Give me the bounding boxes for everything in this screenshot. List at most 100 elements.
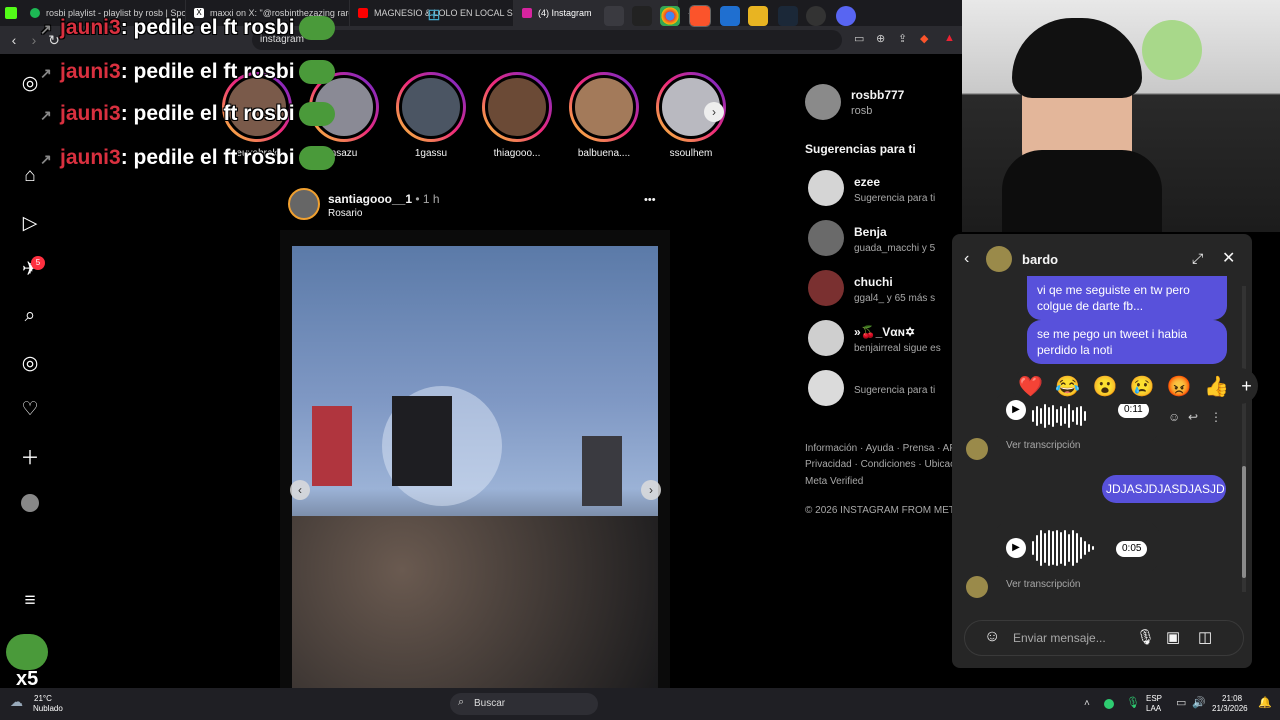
notifications-icon[interactable]: 🔔 (1258, 696, 1272, 709)
expand-icon[interactable]: ⤢ (1192, 250, 1203, 267)
rewards-icon[interactable]: ▲ (944, 32, 955, 44)
post-username[interactable]: santiagooo__1 (328, 192, 412, 206)
store-icon[interactable] (720, 6, 740, 26)
message-bubble[interactable]: JDJASJDJASDJASJD (1102, 475, 1226, 503)
sad-reaction[interactable]: 😢 (1130, 374, 1155, 399)
microphone-icon[interactable]: 🎙 (1136, 628, 1155, 646)
story-item[interactable]: 1gassu (394, 72, 468, 159)
footer-links[interactable]: Privacidad · Condiciones · Ubicació (805, 459, 963, 470)
obs-icon[interactable] (806, 6, 826, 26)
stream-chat-line: ↗ jauni3: pedile el ft rosbi (40, 102, 335, 127)
add-reaction-icon[interactable]: + (1241, 376, 1252, 397)
dm-avatar[interactable] (986, 246, 1012, 272)
share-icon[interactable]: ⇪ (898, 32, 907, 45)
image-icon[interactable]: ▣ (1166, 628, 1180, 646)
weather-icon[interactable]: ☁ (10, 694, 23, 710)
create-icon[interactable]: ＋ (19, 445, 41, 469)
tray-expand-icon[interactable]: ˄ (1084, 698, 1090, 709)
view-transcript-link[interactable]: Ver transcripción (1006, 579, 1080, 590)
screen-icon[interactable]: ▭ (854, 32, 864, 45)
angry-reaction[interactable]: 😡 (1167, 374, 1192, 399)
heart-reaction[interactable]: ❤️ (1018, 374, 1043, 399)
language-indicator[interactable]: ESP (1146, 694, 1162, 704)
zoom-icon[interactable]: ⊕ (876, 32, 885, 45)
address-bar[interactable]: instagram (252, 30, 842, 50)
task-view-icon[interactable] (604, 6, 624, 26)
windows-start-icon[interactable]: ⊞ (424, 6, 444, 26)
home-icon[interactable]: ⌂ (19, 165, 41, 187)
play-icon[interactable]: ▶ (1006, 400, 1026, 420)
close-icon[interactable]: ✕ (1222, 248, 1235, 268)
tray-mic-icon[interactable]: 🎙 (1126, 696, 1140, 709)
back-arrow-icon[interactable]: ‹ (964, 250, 969, 268)
brave-shield-icon[interactable]: ◆ (920, 32, 928, 45)
chrome-icon[interactable] (660, 6, 680, 26)
suggestion-avatar[interactable] (808, 370, 844, 406)
laugh-reaction[interactable]: 😂 (1055, 374, 1080, 399)
taskbar-search[interactable]: ⌕ Buscar (450, 693, 598, 715)
search-icon[interactable]: ⌕ (19, 305, 41, 327)
brave-icon[interactable] (689, 5, 711, 27)
voice-duration: 0:05 (1116, 541, 1148, 557)
back-icon[interactable]: ‹ (4, 32, 24, 48)
webcam-overlay (962, 0, 1280, 232)
story-item[interactable]: thiagooo... (480, 72, 554, 159)
language-indicator-sub: LAA (1146, 704, 1162, 713)
my-username[interactable]: rosbb777 (851, 88, 904, 102)
kick-icon[interactable] (0, 0, 22, 26)
footer-links[interactable]: Meta Verified (805, 476, 863, 487)
suggestions-title: Sugerencias para ti (805, 142, 916, 156)
notification-badge: 5 (31, 256, 45, 270)
suggestion-avatar[interactable] (808, 270, 844, 306)
sticker-icon[interactable]: ◫ (1198, 628, 1212, 646)
stream-chat-line: ↗ jauni3: pedile el ft rosbi (40, 60, 335, 85)
carousel-next-icon[interactable]: › (641, 480, 661, 500)
heart-icon[interactable]: ♡ (19, 398, 41, 420)
volume-icon[interactable]: 🔊 (1192, 696, 1206, 709)
network-icon[interactable]: ▭ (1176, 696, 1186, 709)
message-bubble[interactable]: se me pego un tweet i habia perdido la n… (1027, 320, 1227, 364)
message-bubble[interactable]: vi qe me seguiste en tw pero colgue de d… (1027, 276, 1227, 320)
profile-avatar[interactable] (19, 492, 41, 514)
steam-icon[interactable] (778, 6, 798, 26)
sender-avatar[interactable] (966, 438, 988, 460)
suggestion-avatar[interactable] (808, 220, 844, 256)
footer-copyright: © 2026 INSTAGRAM FROM META (805, 505, 961, 516)
epic-games-icon[interactable] (632, 6, 652, 26)
weather-temp[interactable]: 21°C (34, 694, 52, 704)
instagram-logo-icon[interactable]: ◎ (19, 72, 41, 94)
wow-reaction[interactable]: 😮 (1093, 374, 1118, 399)
carousel-prev-icon[interactable]: ‹ (290, 480, 310, 500)
dm-title[interactable]: bardo (1022, 252, 1058, 267)
search-icon: ⌕ (458, 696, 465, 708)
message-input[interactable]: Enviar mensaje... (1013, 631, 1106, 645)
suggestion-avatar[interactable] (808, 320, 844, 356)
file-explorer-icon[interactable] (748, 6, 768, 26)
story-item[interactable]: balbuena.... (567, 72, 641, 159)
stories-next-icon[interactable]: › (704, 102, 724, 122)
menu-icon[interactable]: ≡ (19, 590, 41, 612)
post-photo[interactable] (292, 246, 658, 688)
explore-icon[interactable]: ◎ (19, 352, 41, 374)
stream-chat-line: ↗ jauni3: pedile el ft rosbi (40, 146, 335, 171)
reply-icon[interactable]: ↩ (1188, 410, 1198, 424)
more-icon[interactable]: ⋮ (1210, 410, 1222, 424)
discord-icon[interactable] (836, 6, 856, 26)
play-icon[interactable]: ▶ (1006, 538, 1026, 558)
post-location[interactable]: Rosario (328, 208, 362, 219)
tray-app-icon[interactable] (1104, 699, 1114, 709)
clock-time[interactable]: 21:08 (1222, 694, 1242, 704)
footer-links[interactable]: Información · Ayuda · Prensa · API (805, 443, 959, 454)
post-avatar[interactable] (288, 188, 320, 220)
my-profile-avatar[interactable] (805, 84, 841, 120)
post-more-button[interactable]: ••• (644, 194, 656, 206)
view-transcript-link[interactable]: Ver transcripción (1006, 440, 1080, 451)
suggestion-avatar[interactable] (808, 170, 844, 206)
react-icon[interactable]: ☺ (1168, 410, 1180, 424)
dm-scrollbar[interactable] (1242, 286, 1246, 592)
reels-icon[interactable]: ▷ (19, 212, 41, 234)
emoji-icon[interactable]: ☺ (984, 628, 1000, 646)
sender-avatar[interactable] (966, 576, 988, 598)
tab-instagram[interactable]: (4) Instagram✕ (514, 0, 678, 26)
thumbs-up-reaction[interactable]: 👍 (1204, 374, 1229, 399)
